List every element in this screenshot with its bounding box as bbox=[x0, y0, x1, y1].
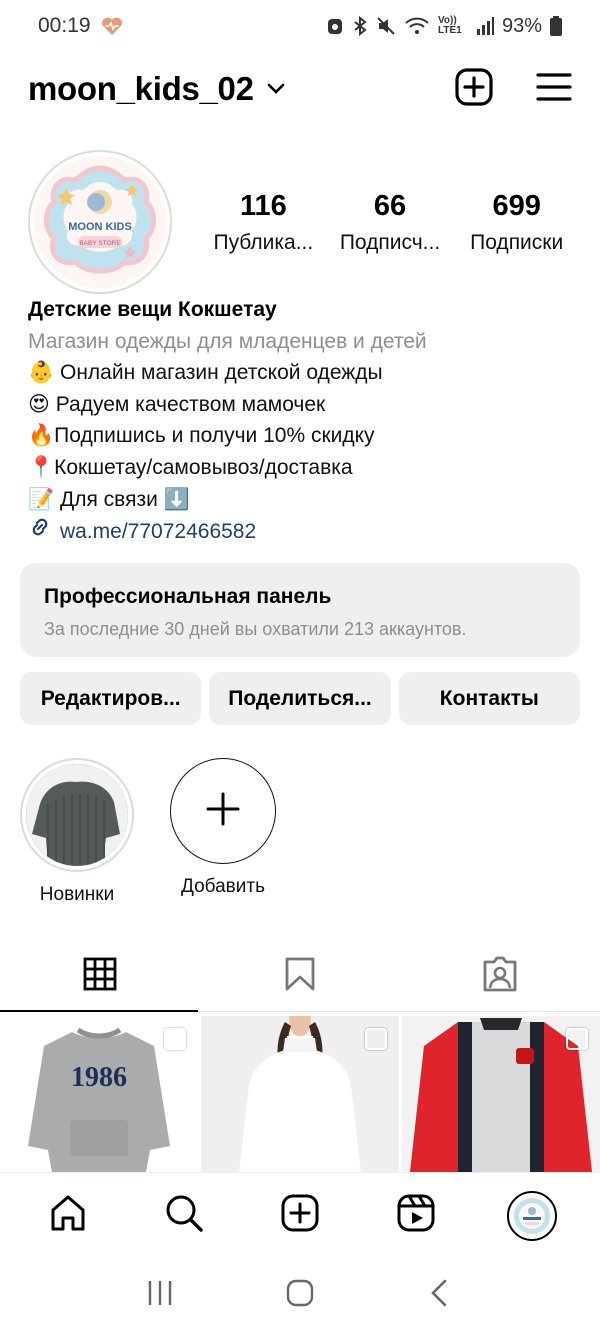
bottom-navigation bbox=[0, 1172, 600, 1258]
tagged-person-icon bbox=[481, 956, 519, 997]
post-grid: 1986 bbox=[0, 1016, 600, 1172]
tab-posts-grid[interactable] bbox=[0, 940, 200, 1012]
profile-bio: Детские вещи Кокшетау Магазин одежды для… bbox=[28, 294, 578, 549]
multiple-photos-icon bbox=[164, 1028, 186, 1050]
story-highlights: Новинки Добавить bbox=[20, 758, 280, 906]
active-tab-indicator bbox=[0, 1010, 198, 1012]
grid-icon bbox=[83, 957, 117, 996]
bio-link-text[interactable]: wa.me/77072466582 bbox=[60, 516, 256, 548]
profile-header: moon_kids_02 bbox=[0, 60, 600, 118]
stat-followers-label: Подписч... bbox=[339, 231, 441, 254]
post-thumbnail[interactable] bbox=[402, 1016, 600, 1172]
logo-text-line1: MOON KIDS bbox=[68, 221, 132, 233]
chevron-down-icon[interactable] bbox=[266, 82, 286, 101]
signal-icon bbox=[476, 17, 494, 35]
add-highlight[interactable]: Добавить bbox=[166, 758, 280, 906]
bio-link[interactable]: wa.me/77072466582 bbox=[28, 515, 578, 549]
bio-line: 😍 Радуем качеством мамочек bbox=[28, 392, 326, 416]
nav-create[interactable] bbox=[270, 1186, 330, 1246]
moon-kids-logo: MOON KIDS BABY STORE bbox=[34, 156, 166, 288]
add-highlight-button[interactable] bbox=[170, 758, 276, 864]
recent-apps-icon[interactable] bbox=[145, 1278, 175, 1313]
logo-text-line2: BABY STORE bbox=[79, 240, 121, 247]
menu-icon[interactable] bbox=[536, 71, 572, 108]
add-highlight-label: Добавить bbox=[181, 876, 265, 897]
pro-panel-title: Профессиональная панель bbox=[44, 585, 332, 608]
account-switcher[interactable]: moon_kids_02 bbox=[28, 70, 254, 108]
search-icon bbox=[164, 1193, 204, 1238]
content-tabs bbox=[0, 940, 600, 1012]
tab-saved[interactable] bbox=[200, 940, 400, 1012]
bio-line: 📍Кокшетау/самовывоз/доставка bbox=[28, 455, 353, 479]
bio-line: 🔥Подпишись и получи 10% скидку bbox=[28, 424, 375, 448]
sweatshirt-print-text: 1986 bbox=[71, 1062, 127, 1093]
stat-followers-value: 66 bbox=[373, 190, 407, 222]
moon-kids-logo-small bbox=[512, 1195, 552, 1236]
nav-reels[interactable] bbox=[386, 1186, 446, 1246]
highlight-cover-image bbox=[26, 764, 128, 866]
nav-profile[interactable] bbox=[502, 1186, 562, 1246]
link-icon bbox=[28, 515, 52, 549]
bluetooth-icon bbox=[352, 16, 368, 36]
stat-following-value: 699 bbox=[492, 190, 541, 222]
share-profile-button[interactable]: Поделиться... bbox=[209, 672, 391, 725]
wifi-icon bbox=[404, 16, 430, 36]
profile-stats: 116 Публика... 66 Подписч... 699 Подписк… bbox=[200, 190, 580, 255]
stat-followers[interactable]: 66 Подписч... bbox=[327, 190, 454, 255]
status-time: 00:19 bbox=[38, 14, 91, 37]
profile-display-name: Детские вещи Кокшетау bbox=[28, 298, 277, 321]
nav-search[interactable] bbox=[154, 1186, 214, 1246]
stat-posts[interactable]: 116 Публика... bbox=[200, 190, 327, 255]
back-icon[interactable] bbox=[425, 1278, 455, 1313]
bio-line: 📝 Для связи ⬇️ bbox=[28, 487, 190, 511]
multiple-photos-icon bbox=[365, 1028, 387, 1050]
highlight-label: Новинки bbox=[39, 884, 115, 905]
heart-rate-icon bbox=[101, 16, 123, 36]
highlight-ring[interactable] bbox=[20, 758, 134, 872]
profile-actions: Редактиров... Поделиться... Контакты bbox=[20, 672, 580, 725]
lte-label: Vo)) LTE1 bbox=[437, 15, 462, 36]
plus-icon bbox=[205, 791, 241, 832]
profile-avatar-small[interactable] bbox=[507, 1190, 557, 1241]
contacts-button[interactable]: Контакты bbox=[398, 672, 580, 725]
mute-icon bbox=[376, 16, 396, 36]
bio-line: 👶 Онлайн магазин детской одежды bbox=[28, 361, 383, 385]
battery-percent: 93% bbox=[501, 14, 542, 37]
tab-tagged[interactable] bbox=[400, 940, 600, 1012]
highlight-item[interactable]: Новинки bbox=[20, 758, 134, 906]
post-thumbnail[interactable]: 1986 bbox=[0, 1016, 198, 1172]
multiple-photos-icon bbox=[566, 1028, 588, 1050]
home-button-icon[interactable] bbox=[285, 1278, 315, 1313]
system-navigation bbox=[0, 1258, 600, 1332]
nav-home[interactable] bbox=[38, 1186, 98, 1246]
stat-following-label: Подписки bbox=[470, 231, 564, 254]
alarm-icon bbox=[326, 16, 344, 36]
post-thumbnail[interactable] bbox=[201, 1016, 399, 1172]
stat-posts-label: Публика... bbox=[213, 231, 314, 254]
create-post-icon[interactable] bbox=[454, 67, 494, 112]
status-bar: 00:19 Vo)) LTE1 93% bbox=[0, 0, 600, 52]
battery-icon bbox=[550, 16, 562, 36]
edit-profile-button[interactable]: Редактиров... bbox=[20, 672, 202, 725]
bookmark-icon bbox=[284, 957, 316, 996]
pro-panel-subtitle: За последние 30 дней вы охватили 213 акк… bbox=[44, 619, 467, 639]
profile-category: Магазин одежды для младенцев и детей bbox=[28, 329, 427, 353]
reels-icon bbox=[396, 1193, 436, 1238]
stat-following[interactable]: 699 Подписки bbox=[453, 190, 580, 255]
home-icon bbox=[48, 1193, 88, 1238]
stat-posts-value: 116 bbox=[239, 190, 287, 222]
professional-dashboard[interactable]: Профессиональная панель За последние 30 … bbox=[20, 563, 580, 657]
create-icon bbox=[280, 1193, 320, 1238]
profile-avatar[interactable]: MOON KIDS BABY STORE bbox=[28, 150, 172, 294]
